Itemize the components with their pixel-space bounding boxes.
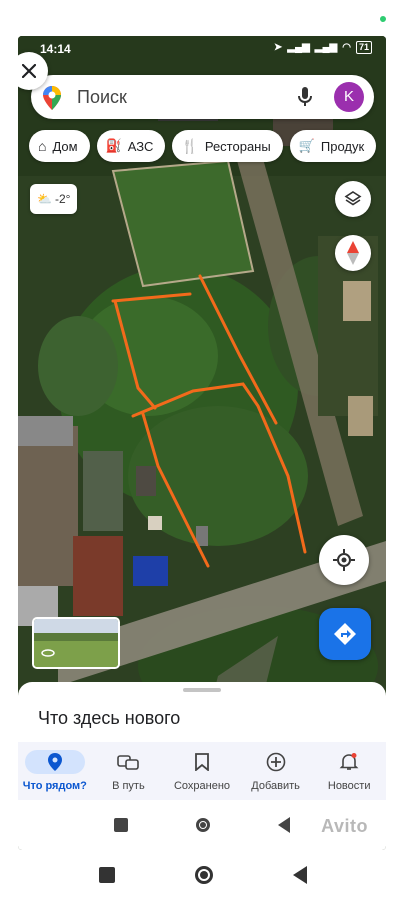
nav-commute[interactable]: В путь xyxy=(92,742,166,800)
home-button[interactable] xyxy=(196,818,210,832)
layers-button[interactable] xyxy=(335,181,371,217)
gas-station-icon: ⛽ xyxy=(105,138,122,153)
street-view-image xyxy=(34,619,118,667)
maps-pin-icon xyxy=(43,86,61,110)
my-location-button[interactable] xyxy=(319,535,369,585)
bell-icon xyxy=(319,750,379,774)
home-button[interactable] xyxy=(194,866,213,884)
nav-label: Добавить xyxy=(251,780,300,792)
status-icons: ➤ ▂▄▆ ▂▄▆ ◠ 71 xyxy=(274,41,372,54)
restaurant-icon: 🍴 xyxy=(181,137,199,154)
bottom-nav: Что рядом? В путь Сохранено Добавить Нов… xyxy=(18,742,386,800)
nav-label: Что рядом? xyxy=(22,780,87,792)
avito-watermark: Avito xyxy=(321,816,368,836)
chip-label: АЗС xyxy=(127,138,154,154)
chip-gas[interactable]: ⛽ АЗС xyxy=(96,130,166,162)
location-pin-icon xyxy=(24,750,85,774)
recents-button[interactable] xyxy=(98,867,115,883)
battery-icon: 71 xyxy=(355,41,372,54)
chip-groceries[interactable]: 🛒 Продук xyxy=(289,130,377,162)
category-chips: ⌂ Дом ⛽ АЗС 🍴 Рестораны 🛒 Продук xyxy=(29,130,377,162)
bottom-sheet[interactable]: Что здесь нового Что рядом? В путь Сохра… xyxy=(18,682,386,850)
compass-button[interactable] xyxy=(335,235,371,271)
search-bar[interactable]: Поиск K xyxy=(31,75,374,119)
sheet-handle[interactable] xyxy=(183,688,221,692)
signal-2-icon: ▂▄▆ xyxy=(314,42,338,53)
signal-icon: ▂▄▆ xyxy=(287,42,310,53)
partly-cloudy-icon: ⛅ xyxy=(37,192,52,206)
nav-label: Сохранено xyxy=(173,780,231,792)
system-nav xyxy=(0,850,405,900)
nav-label: Новости xyxy=(327,780,371,792)
back-button[interactable] xyxy=(292,866,307,884)
chip-home[interactable]: ⌂ Дом xyxy=(29,130,90,162)
add-circle-icon xyxy=(246,750,306,774)
weather-temp: -2° xyxy=(54,192,71,206)
nav-updates[interactable]: Новости xyxy=(312,742,386,800)
commute-icon xyxy=(98,750,158,774)
home-icon: ⌂ xyxy=(38,138,47,154)
nav-saved[interactable]: Сохранено xyxy=(165,742,239,800)
nav-label: В путь xyxy=(112,780,145,792)
search-placeholder: Поиск xyxy=(77,87,127,107)
camera-indicator xyxy=(380,16,386,22)
chip-label: Дом xyxy=(52,138,78,154)
status-time: 14:14 xyxy=(40,42,71,56)
directions-button[interactable] xyxy=(319,608,371,660)
sheet-title: Что здесь нового xyxy=(38,708,181,728)
nav-contribute[interactable]: Добавить xyxy=(239,742,313,800)
chip-label: Продук xyxy=(320,138,365,154)
compass-icon xyxy=(347,241,359,265)
back-button[interactable] xyxy=(278,817,290,833)
avatar[interactable]: K xyxy=(334,82,364,112)
location-status-icon: ➤ xyxy=(273,42,283,53)
directions-icon xyxy=(334,623,356,645)
recents-button[interactable] xyxy=(114,818,128,832)
status-bar: 14:14 ➤ ▂▄▆ ▂▄▆ ◠ 71 xyxy=(18,36,386,60)
chip-label: Рестораны xyxy=(204,138,271,154)
chip-restaurants[interactable]: 🍴 Рестораны xyxy=(172,130,283,162)
my-location-icon xyxy=(333,549,355,571)
phone-screen: 14:14 ➤ ▂▄▆ ▂▄▆ ◠ 71 Поиск K ⌂ Дом ⛽ АЗС… xyxy=(18,36,386,850)
bookmark-icon xyxy=(172,750,232,774)
weather-badge[interactable]: ⛅ -2° xyxy=(30,184,78,214)
layers-icon xyxy=(344,191,362,206)
mic-icon[interactable] xyxy=(298,87,312,107)
nav-explore[interactable]: Что рядом? xyxy=(18,742,92,800)
wifi-icon: ◠ xyxy=(342,42,351,53)
close-icon xyxy=(22,64,36,78)
cart-icon: 🛒 xyxy=(298,138,315,153)
street-view-thumbnail[interactable] xyxy=(32,617,120,669)
